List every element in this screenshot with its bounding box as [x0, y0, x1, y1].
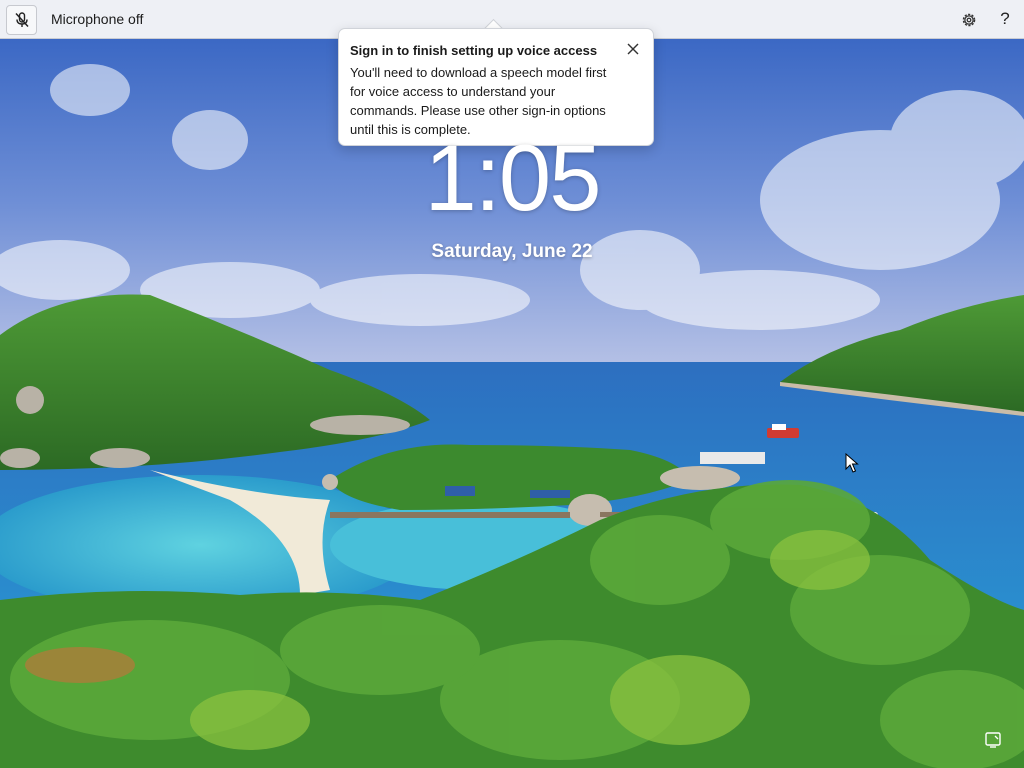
tooltip-close-button[interactable] — [625, 41, 641, 57]
accessibility-icon — [985, 732, 1001, 748]
gear-icon — [962, 13, 976, 27]
tooltip-title: Sign in to finish setting up voice acces… — [350, 43, 598, 58]
help-icon: ? — [1000, 9, 1010, 28]
lockscreen-clock: 1:05 — [424, 125, 602, 230]
lockscreen-date: Saturday, June 22 — [431, 241, 593, 262]
microphone-toggle-button[interactable] — [6, 5, 37, 35]
settings-button[interactable] — [959, 10, 979, 30]
help-button[interactable]: ? — [996, 8, 1014, 30]
mouse-pointer-icon — [845, 453, 859, 473]
accessibility-button[interactable] — [982, 729, 1004, 751]
close-icon — [627, 43, 639, 55]
mic-off-icon — [14, 12, 29, 28]
microphone-status-label: Microphone off — [51, 11, 144, 27]
